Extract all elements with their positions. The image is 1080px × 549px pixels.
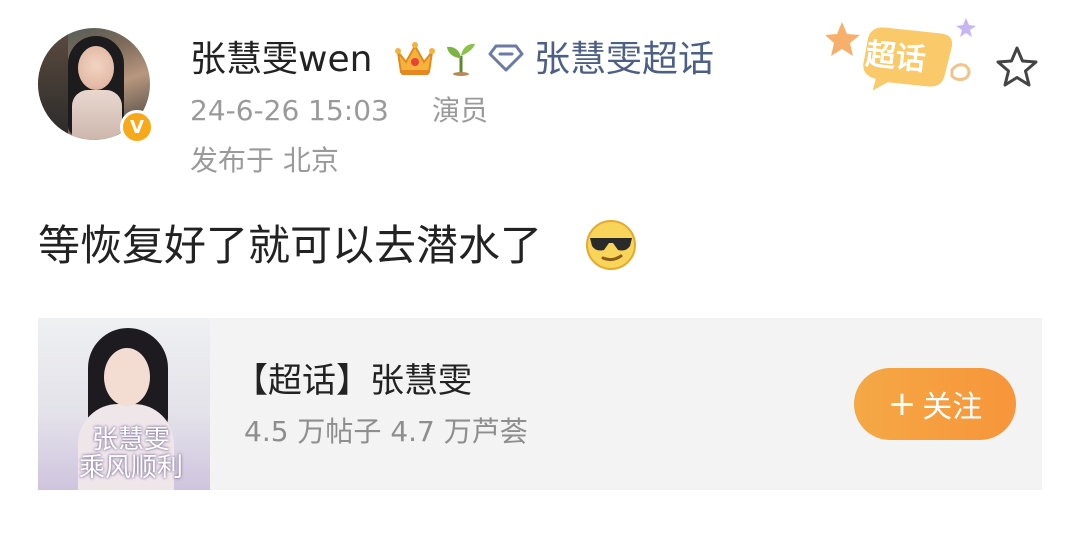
supertopic-card[interactable]: 张慧雯 乘风顺利 【超话】张慧雯 4.5 万帖子 4.7 万芦荟 + 关注: [38, 318, 1042, 490]
crown-icon: [395, 42, 435, 75]
supertopic-link[interactable]: 张慧雯超话: [534, 38, 714, 82]
post-content: 等恢复好了就可以去潜水了: [38, 221, 543, 270]
follow-label: 关注: [922, 390, 983, 425]
author-avatar[interactable]: V: [38, 28, 154, 144]
supertopic-title: 【超话】张慧雯: [234, 361, 472, 401]
supertopic-cover-image: 张慧雯 乘风顺利: [38, 318, 210, 490]
cover-text-line-2: 乘风顺利: [78, 453, 183, 483]
post-location: 发布于 北京: [190, 144, 339, 177]
cover-text-line-1: 张慧雯: [91, 425, 170, 455]
verified-badge-icon: V: [120, 110, 154, 144]
plus-icon: +: [887, 384, 917, 424]
author-name[interactable]: 张慧雯wen: [190, 38, 372, 82]
post-timestamp: 24-6-26 15:03: [190, 94, 389, 127]
supertopic-stats: 4.5 万帖子 4.7 万芦荟: [244, 415, 528, 448]
follow-button[interactable]: + 关注: [854, 368, 1016, 440]
author-role: 演员: [432, 94, 489, 127]
chaohua-badge-label: 超话: [863, 36, 928, 79]
cool-sunglasses-emoji-icon: [586, 220, 636, 270]
sprout-icon: [447, 43, 475, 76]
star-icon[interactable]: [994, 44, 1040, 90]
diamond-icon: [488, 44, 524, 72]
